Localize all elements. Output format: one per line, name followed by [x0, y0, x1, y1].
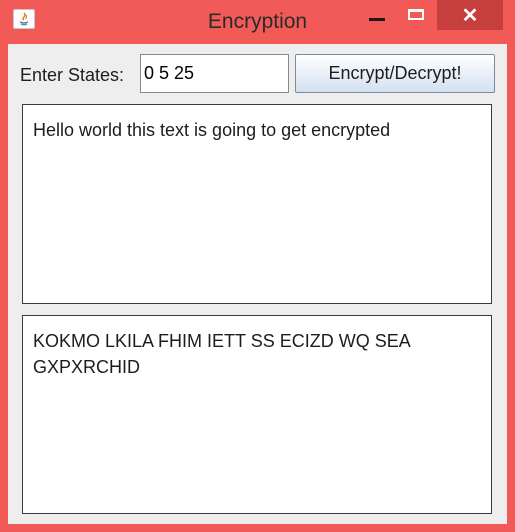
maximize-icon [408, 9, 424, 20]
title-bar[interactable]: Encryption ✕ [0, 0, 515, 44]
app-window: Encryption ✕ Enter States: Encrypt/Decry… [0, 0, 515, 532]
minimize-button[interactable] [363, 0, 393, 30]
encrypt-decrypt-button[interactable]: Encrypt/Decrypt! [295, 54, 495, 93]
close-icon: ✕ [461, 4, 479, 27]
maximize-button[interactable] [400, 0, 433, 30]
content-panel: Enter States: Encrypt/Decrypt! Hello wor… [8, 44, 507, 524]
states-label: Enter States: [20, 65, 125, 85]
minimize-icon [369, 18, 385, 21]
output-textarea[interactable]: KOKMO LKILA FHIM IETT SS ECIZD WQ SEA GX… [22, 315, 492, 514]
close-button[interactable]: ✕ [437, 0, 503, 30]
input-textarea[interactable]: Hello world this text is going to get en… [22, 104, 492, 304]
states-input[interactable] [140, 54, 289, 93]
